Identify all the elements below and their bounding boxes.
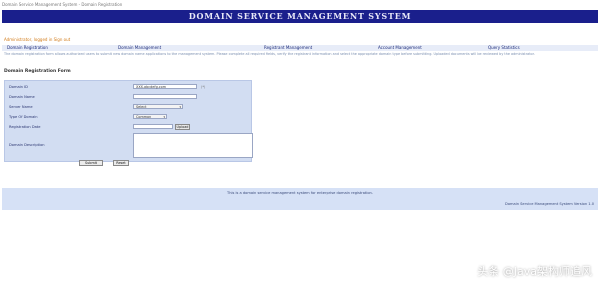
- chevron-down-icon: ▾: [179, 105, 181, 109]
- required-hint: (*): [201, 85, 206, 89]
- domain-type-select[interactable]: Common ▾: [133, 114, 167, 119]
- domain-name-label: Domain Name: [9, 95, 35, 99]
- browser-title: Domain Service Management System - Domai…: [2, 2, 123, 7]
- app-banner: DOMAIN SERVICE MANAGEMENT SYSTEM: [2, 10, 598, 23]
- footer-text: This is a domain service management syst…: [227, 191, 373, 195]
- footer: This is a domain service management syst…: [2, 188, 598, 210]
- server-name-label: Server Name: [9, 105, 33, 109]
- upload-button[interactable]: Upload: [175, 124, 190, 130]
- domain-name-input[interactable]: [133, 94, 197, 99]
- nav-menu: Domain Registration Domain Management Re…: [2, 45, 598, 51]
- footer-version: Domain Service Management System Version…: [505, 202, 594, 206]
- reset-button[interactable]: Reset: [113, 160, 129, 166]
- server-name-select[interactable]: Select ▾: [133, 104, 183, 109]
- menu-item-domain-management[interactable]: Domain Management: [118, 45, 161, 51]
- registration-date-label: Registration Date: [9, 125, 41, 129]
- form-title: Domain Registration Form: [4, 69, 71, 74]
- menu-item-account-management[interactable]: Account Management: [378, 45, 422, 51]
- domain-description-textarea[interactable]: [133, 133, 253, 158]
- domain-id-label: Domain ID: [9, 85, 28, 89]
- domain-id-input[interactable]: XXX.abcdefg.com: [133, 84, 197, 89]
- registration-date-input[interactable]: [133, 124, 173, 129]
- domain-description-label: Domain Description: [9, 143, 45, 147]
- submit-button[interactable]: Submit: [79, 160, 103, 166]
- registration-form: Domain ID XXX.abcdefg.com (*) Domain Nam…: [4, 80, 253, 162]
- domain-type-value: Common: [136, 115, 152, 119]
- menu-item-query-statistics[interactable]: Query Statistics: [488, 45, 520, 51]
- menu-item-registrant-management[interactable]: Registrant Management: [264, 45, 312, 51]
- domain-type-label: Type Of Domain: [9, 115, 38, 119]
- page-description: The domain registration form allows auth…: [4, 52, 535, 56]
- watermark-text: 头条 @Java架构师追风: [477, 265, 592, 278]
- chevron-down-icon: ▾: [163, 115, 165, 119]
- menu-item-domain-registration[interactable]: Domain Registration: [7, 45, 48, 51]
- user-status[interactable]: Administrator, logged in Sign out: [4, 37, 70, 42]
- server-name-value: Select: [136, 105, 147, 109]
- app-title: DOMAIN SERVICE MANAGEMENT SYSTEM: [188, 11, 412, 21]
